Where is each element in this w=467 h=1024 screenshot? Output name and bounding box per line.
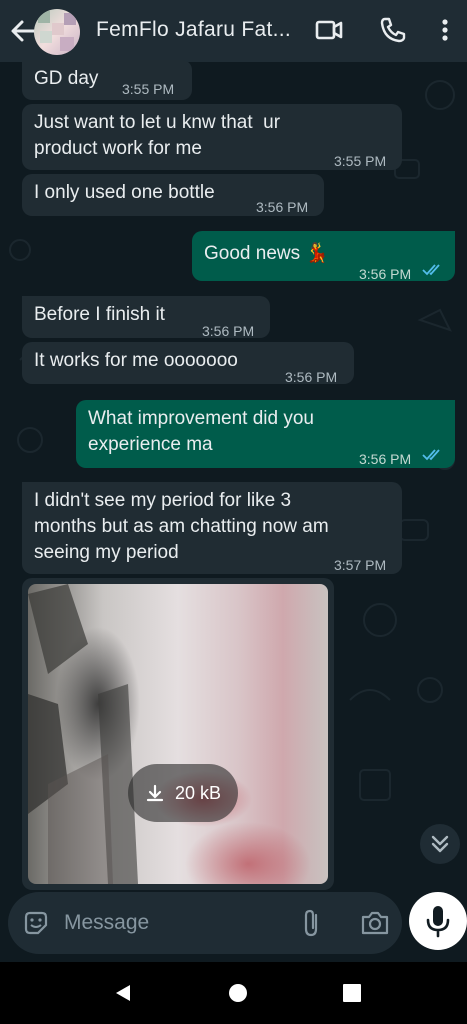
video-call-icon[interactable] xyxy=(314,15,344,45)
contact-name[interactable]: FemFlo Jafaru Fat... xyxy=(96,18,291,42)
message-text: GD day xyxy=(34,68,99,89)
outgoing-message[interactable]: Good news 💃 3:56 PM xyxy=(192,231,455,282)
message-input[interactable]: Message xyxy=(64,911,149,935)
message-text: Good news 💃 xyxy=(204,243,330,264)
message-time: 3:56 PM xyxy=(285,369,338,385)
incoming-message[interactable]: I only used one bottle 3:56 PM xyxy=(22,174,324,216)
incoming-message[interactable]: GD day 3:55 PM xyxy=(22,60,192,100)
download-icon xyxy=(146,784,164,802)
outgoing-message[interactable]: What improvement did you experience ma 3… xyxy=(76,400,455,468)
chat-header: FemFlo Jafaru Fat... xyxy=(0,0,467,62)
image-blur-shapes xyxy=(28,584,138,884)
message-text: I only used one bottle xyxy=(34,182,215,203)
read-ticks-icon xyxy=(422,449,440,461)
more-vert-icon[interactable] xyxy=(430,15,460,45)
message-time: 3:55 PM xyxy=(334,153,387,169)
message-time: 3:56 PM xyxy=(202,323,255,339)
message-composer[interactable]: Message xyxy=(8,892,402,954)
voice-record-button[interactable] xyxy=(409,892,467,950)
sticker-icon[interactable] xyxy=(22,909,50,937)
recents-nav-icon[interactable] xyxy=(342,983,362,1003)
message-time: 3:56 PM xyxy=(359,451,412,467)
message-time: 3:55 PM xyxy=(122,81,175,97)
message-time: 3:57 PM xyxy=(334,557,387,573)
double-chevron-down-icon xyxy=(431,835,449,853)
incoming-message[interactable]: I didn't see my period for like 3 months… xyxy=(22,482,402,574)
incoming-message[interactable]: Just want to let u knw that ur product w… xyxy=(22,104,402,170)
message-text: I didn't see my period for like 3 months… xyxy=(34,490,329,563)
message-text: Before I finish it xyxy=(34,304,165,325)
scroll-to-bottom-button[interactable] xyxy=(420,824,460,864)
contact-avatar[interactable] xyxy=(34,9,80,55)
download-button[interactable]: 20 kB xyxy=(128,764,238,822)
incoming-message[interactable]: Before I finish it 3:56 PM xyxy=(22,296,270,339)
incoming-message[interactable]: It works for me ooooooo 3:56 PM xyxy=(22,342,354,385)
paperclip-icon[interactable] xyxy=(298,908,326,938)
home-nav-icon[interactable] xyxy=(228,983,248,1003)
back-nav-icon[interactable] xyxy=(113,983,133,1003)
camera-icon[interactable] xyxy=(360,909,390,937)
phone-icon[interactable] xyxy=(378,15,408,45)
download-size: 20 kB xyxy=(174,782,222,803)
mic-icon xyxy=(426,906,450,938)
read-ticks-icon xyxy=(422,264,440,276)
message-text: It works for me ooooooo xyxy=(34,350,238,371)
message-text: Just want to let u knw that ur product w… xyxy=(34,112,281,159)
image-preview[interactable]: 20 kB xyxy=(28,584,328,884)
message-time: 3:56 PM xyxy=(256,199,309,215)
incoming-image-message[interactable]: 20 kB xyxy=(22,578,334,890)
message-text: What improvement did you experience ma xyxy=(88,408,314,455)
system-navigation-bar xyxy=(0,962,467,1024)
message-time: 3:56 PM xyxy=(359,266,412,282)
